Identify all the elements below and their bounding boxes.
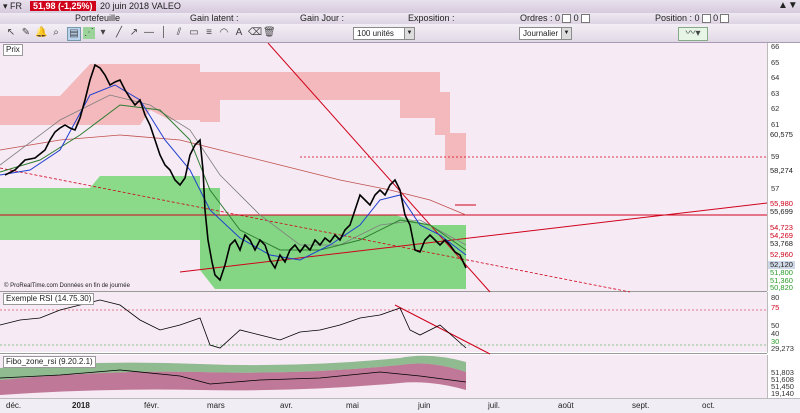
text-icon[interactable]: A xyxy=(233,27,245,39)
price-tag: 50,820 xyxy=(770,283,793,292)
chart-style-icon[interactable]: ▤ xyxy=(67,27,81,41)
price-tick: 66 xyxy=(771,42,780,51)
time-tick: juin xyxy=(418,401,431,410)
indicator-icon[interactable]: ⋰ xyxy=(83,27,95,39)
chart-type-icon[interactable]: 〰▾ xyxy=(678,27,708,41)
rsi-scale[interactable]: 80 75 50 40 30 29,273 xyxy=(767,292,800,353)
fibo-pane-label[interactable]: Fibo_zone_rsi (9.20.2.1) xyxy=(3,356,96,368)
ray-icon[interactable]: ↗ xyxy=(128,27,140,39)
ordres-label: Ordres : 0 0 xyxy=(520,13,590,24)
ordres-box-2[interactable] xyxy=(580,14,590,24)
price-tick: 64 xyxy=(771,73,780,82)
pencil-icon[interactable]: ✎ xyxy=(20,27,32,39)
portefeuille-label[interactable]: Portefeuille xyxy=(75,13,120,24)
exposition-label: Exposition : xyxy=(408,13,455,23)
rectangle-icon[interactable]: ▭ xyxy=(188,27,200,39)
price-tag: 52,960 xyxy=(770,250,793,259)
time-tick: juil. xyxy=(488,401,501,410)
fibo-scale[interactable]: 51,803 51,608 51,450 19,140 xyxy=(767,355,800,398)
price-tick: 59 xyxy=(771,152,780,161)
ordres-count-2: 0 xyxy=(573,13,579,23)
period-value: Journalier xyxy=(523,29,559,38)
position-count: 0 xyxy=(694,13,700,23)
time-tick: août xyxy=(558,401,574,410)
price-tick: 61 xyxy=(771,120,780,129)
title-bar: ▾ FR 51,98 (-1,25%) 20 juin 2018 VALEO ▲… xyxy=(0,0,800,14)
position-count-2: 0 xyxy=(713,13,719,23)
gain-jour-label: Gain Jour : xyxy=(300,13,345,23)
menu-label: FR xyxy=(10,1,23,11)
time-tick: févr. xyxy=(144,401,160,410)
rsi-pane-label[interactable]: Exemple RSI (14.75.30) xyxy=(3,293,95,305)
ordres-count: 0 xyxy=(555,13,561,23)
time-tick: avr. xyxy=(280,401,293,410)
price-pane-label[interactable]: Prix xyxy=(3,44,23,56)
price-tick: 65 xyxy=(771,58,780,67)
price-badge: 51,98 (-1,25%) xyxy=(30,1,96,11)
fibo-tick: 19,140 xyxy=(771,389,794,398)
price-tick: 57 xyxy=(771,184,780,193)
hline-icon[interactable]: — xyxy=(143,27,155,39)
time-tick: sept. xyxy=(632,401,650,410)
time-tick: 2018 xyxy=(72,401,90,410)
price-tag: 60,575 xyxy=(770,130,793,139)
menu-button[interactable]: ▾ FR xyxy=(3,1,22,12)
channel-icon[interactable]: ⫽ xyxy=(173,27,185,39)
instrument-title: 20 juin 2018 VALEO xyxy=(100,1,181,11)
position-box[interactable] xyxy=(701,14,711,24)
fibonacci-icon[interactable]: ≡ xyxy=(203,27,215,39)
gain-latent-label: Gain latent : xyxy=(190,13,239,23)
trash-icon[interactable]: 🗑 xyxy=(263,27,276,39)
ordres-box[interactable] xyxy=(562,14,572,24)
ordres-text: Ordres : xyxy=(520,13,553,23)
period-select[interactable]: Journalier ▼ xyxy=(519,27,572,40)
position-label: Position : 0 0 xyxy=(655,13,730,24)
price-tag: 58,274 xyxy=(770,166,793,175)
time-tick: déc. xyxy=(6,401,22,410)
quantity-value: 100 unités xyxy=(357,29,394,38)
price-tick: 63 xyxy=(771,89,780,98)
data-credit: © ProRealTime.com Données en fin de jour… xyxy=(4,283,130,289)
arc-icon[interactable]: ◠ xyxy=(218,27,230,39)
position-text: Position : xyxy=(655,13,693,23)
alert-icon[interactable]: 🔔 xyxy=(35,27,47,39)
price-scale[interactable]: 66 65 64 63 62 61 60,575 59 58,274 57 55… xyxy=(767,42,800,292)
settings-icon[interactable]: ▾ xyxy=(97,27,109,39)
chevron-down-icon: ▼ xyxy=(561,28,571,39)
rsi-tick: 29,273 xyxy=(771,344,794,353)
time-tick: mai xyxy=(346,401,359,410)
chevron-down-icon: ▼ xyxy=(404,28,414,39)
cursor-icon[interactable]: ↖ xyxy=(5,27,17,39)
quantity-select[interactable]: 100 unités ▼ xyxy=(353,27,415,40)
price-tag: 55,699 xyxy=(770,207,793,216)
time-tick: oct. xyxy=(702,401,715,410)
rsi-tick: 80 xyxy=(771,293,780,302)
price-tick: 62 xyxy=(771,104,780,113)
vline-icon[interactable]: │ xyxy=(158,27,170,39)
time-axis[interactable]: déc. 2018 févr. mars avr. mai juin juil.… xyxy=(0,398,800,413)
price-chart[interactable] xyxy=(0,43,767,398)
time-tick: mars xyxy=(207,401,225,410)
trendline-icon[interactable]: ╱ xyxy=(113,27,125,39)
zoom-icon[interactable]: ⌕ xyxy=(50,27,62,39)
window-controls[interactable]: ▲▼ xyxy=(778,0,798,11)
rsi-tick: 75 xyxy=(771,303,780,312)
position-box-2[interactable] xyxy=(720,14,730,24)
price-tag: 53,768 xyxy=(770,239,793,248)
eraser-icon[interactable]: ⌫ xyxy=(248,27,262,39)
